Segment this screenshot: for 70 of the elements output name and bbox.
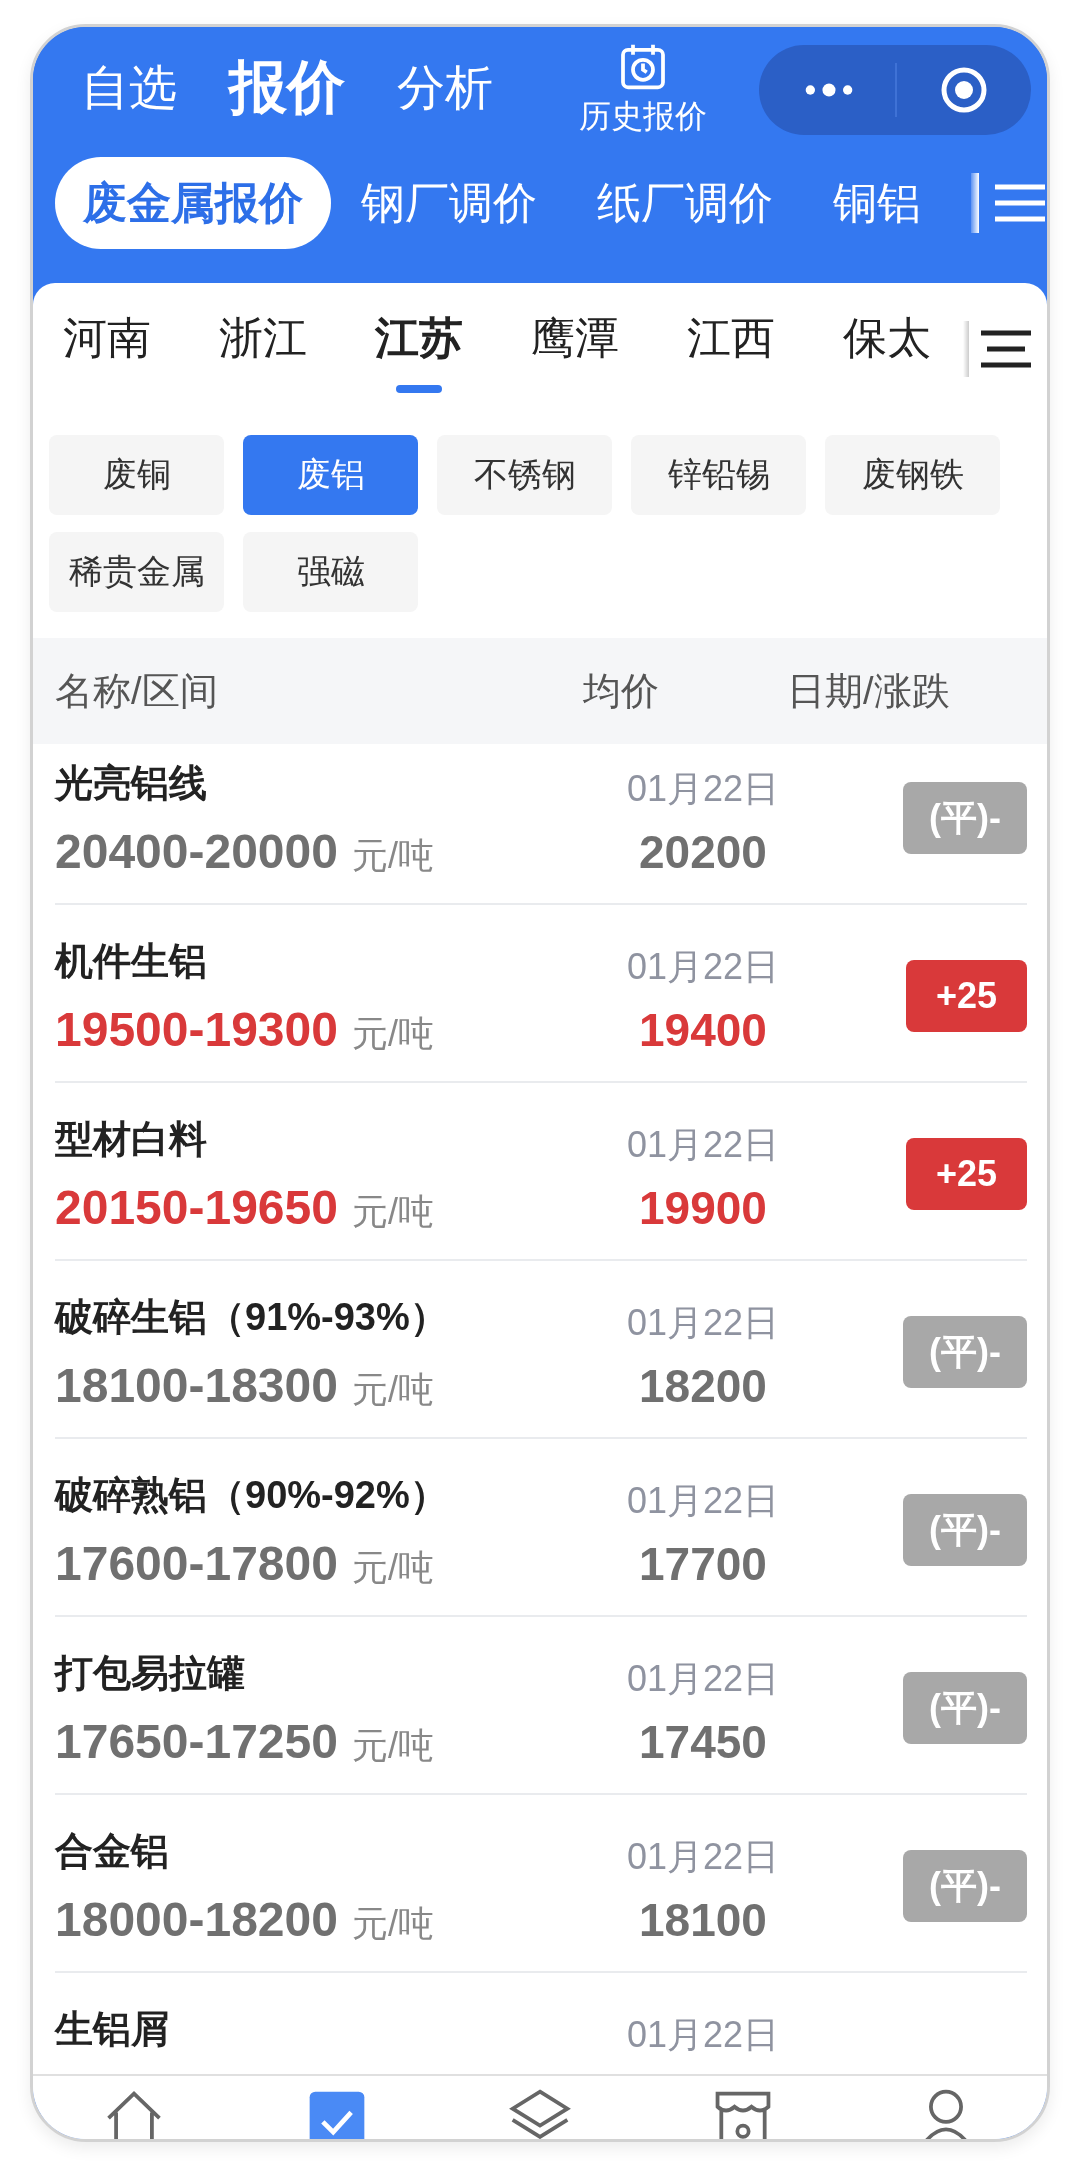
item-name: 机件生铝 — [55, 939, 207, 984]
change-badge: (平)- — [903, 1850, 1027, 1922]
price-range: 18000-18200 — [55, 1893, 338, 1946]
item-name: 破碎熟铝（90%-92%） — [55, 1473, 448, 1518]
price-date: 01月22日 — [626, 1835, 780, 1879]
metal-chip[interactable]: 稀贵金属 — [49, 532, 224, 612]
region-tab[interactable]: 江苏 — [341, 283, 497, 393]
item-name: 合金铝 — [55, 1829, 169, 1874]
item-name: 破碎生铝（91%-93%） — [55, 1295, 448, 1340]
region-tab[interactable]: 河南 — [43, 283, 185, 393]
price-range: 20150-19650 — [55, 1181, 338, 1234]
price-date: 01月22日 — [626, 1657, 780, 1701]
region-tab[interactable]: 浙江 — [185, 283, 341, 393]
average-price: 18200 — [639, 1359, 767, 1413]
price-range: 19500-19300 — [55, 1003, 338, 1056]
metal-chip[interactable]: 不锈钢 — [437, 435, 612, 515]
item-name: 光亮铝线 — [55, 761, 207, 806]
column-header: 日期/涨跌 — [787, 668, 950, 714]
price-date: 01月22日 — [626, 945, 780, 989]
price-range: 18100-18300 — [55, 1359, 338, 1412]
price-unit: 元/吨 — [351, 1369, 434, 1410]
header-tab[interactable]: 自选 — [81, 56, 177, 120]
change-badge: (平)- — [903, 1494, 1027, 1566]
change-badge: +25 — [905, 1138, 1027, 1210]
header-tab[interactable]: 报价 — [229, 49, 345, 127]
price-date: 01月22日 — [626, 1479, 780, 1523]
average-price: 20200 — [639, 825, 767, 879]
price-range: 17600-17800 — [55, 1537, 338, 1590]
metal-chip[interactable]: 废铝 — [243, 435, 418, 515]
category-tab[interactable]: 钢厂调价 — [331, 157, 567, 249]
price-range: 20400-20000 — [55, 825, 338, 878]
average-price: 19400 — [639, 1003, 767, 1057]
metal-chip[interactable]: 锌铅锡 — [631, 435, 806, 515]
average-price: 19900 — [639, 1181, 767, 1235]
price-unit: 元/吨 — [351, 1547, 434, 1588]
price-range: 17650-17250 — [55, 1715, 338, 1768]
category-tab[interactable]: 废金属报价 — [55, 157, 331, 249]
price-unit: 元/吨 — [351, 835, 434, 876]
menu-icon[interactable] — [979, 329, 1033, 369]
price-date: 01月22日 — [626, 2013, 780, 2057]
column-header: 名称/区间 — [55, 668, 219, 714]
metal-chip[interactable]: 强磁 — [243, 532, 418, 612]
item-name: 生铝屑 — [55, 2007, 169, 2052]
price-date: 01月22日 — [626, 767, 780, 811]
change-badge: (平)- — [903, 1316, 1027, 1388]
item-name: 打包易拉罐 — [55, 1651, 245, 1696]
price-unit: 元/吨 — [351, 1725, 434, 1766]
close-icon[interactable] — [939, 65, 989, 115]
price-date: 01月22日 — [626, 1123, 780, 1167]
metal-chip[interactable]: 废钢铁 — [825, 435, 1000, 515]
average-price: 17700 — [639, 1537, 767, 1591]
category-tab[interactable]: 铜铝 — [803, 157, 951, 249]
price-unit: 元/吨 — [351, 1013, 434, 1054]
change-badge: (平)- — [903, 782, 1027, 854]
average-price: 18100 — [639, 1893, 767, 1947]
region-tab[interactable]: 鹰潭 — [497, 283, 653, 393]
average-price: 17450 — [639, 1715, 767, 1769]
region-tab[interactable]: 保太 — [809, 283, 963, 393]
column-header: 均价 — [583, 668, 660, 714]
item-name: 型材白料 — [55, 1117, 207, 1162]
change-badge: +25 — [905, 960, 1027, 1032]
metal-chip[interactable]: 废铜 — [49, 435, 224, 515]
category-tab[interactable]: 纸厂调价 — [567, 157, 803, 249]
price-unit: 元/吨 — [351, 1191, 434, 1232]
change-badge: (平)- — [903, 1672, 1027, 1744]
header-tab[interactable]: 分析 — [397, 56, 493, 120]
history-button[interactable]: 历史报价 — [579, 41, 707, 139]
region-tab[interactable]: 江西 — [653, 283, 809, 393]
price-unit: 元/吨 — [351, 1903, 434, 1944]
price-date: 01月22日 — [626, 1301, 780, 1345]
